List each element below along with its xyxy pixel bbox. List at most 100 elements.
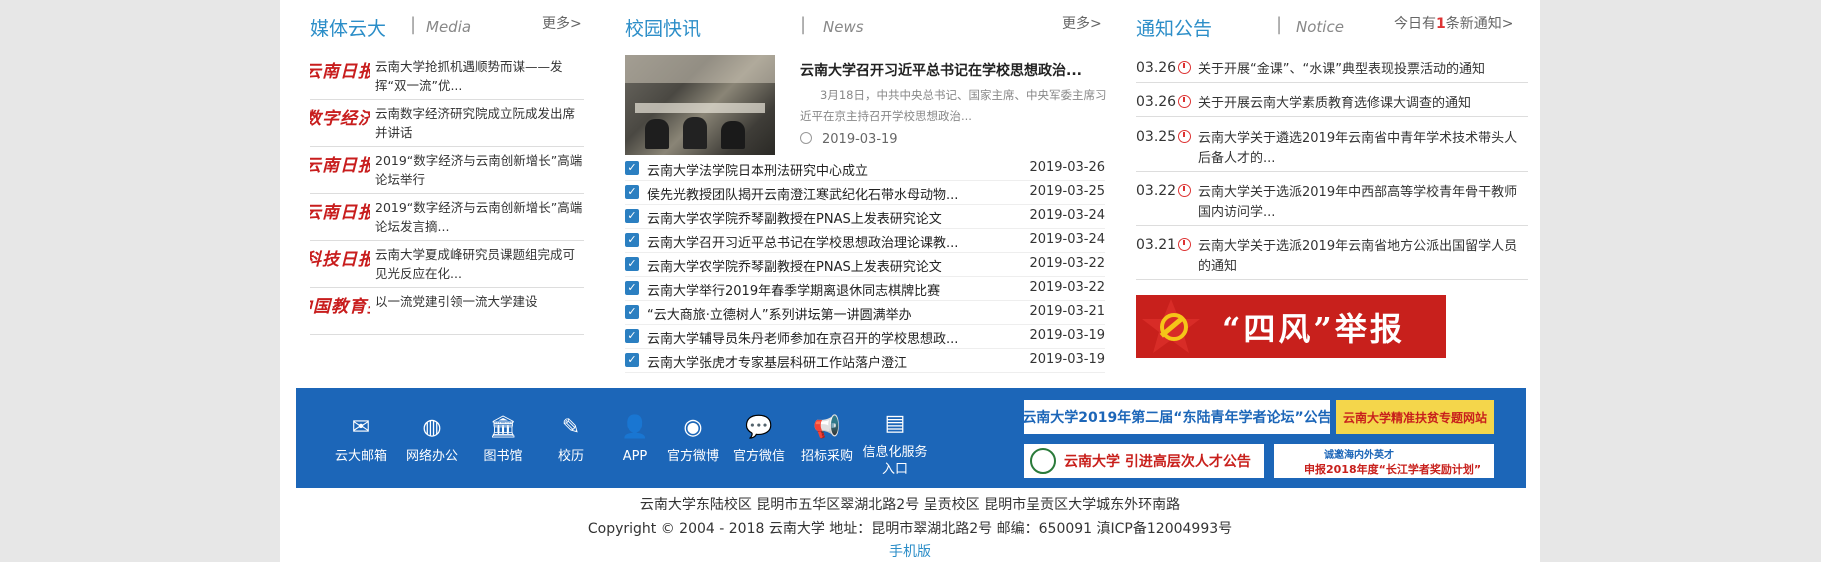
forum-announcement-text: 云南大学2019年第二届“东陆青年学者论坛”公告 bbox=[1024, 410, 1330, 426]
news-item[interactable]: ✓ “云大商旅·立德树人”系列讲坛第一讲圆满举办 2019-03-21 bbox=[625, 302, 1105, 325]
news-item[interactable]: ✓ 云南大学召开习近平总书记在学校思想政治理论课教... 2019-03-24 bbox=[625, 230, 1105, 253]
changjiang-top-text: 诚邀海内外英才 bbox=[1324, 449, 1394, 461]
media-english-title: Media bbox=[426, 18, 472, 36]
service-library[interactable]: 🏛 图书馆 bbox=[468, 412, 538, 465]
notice-item-title[interactable]: 云南大学关于选派2019年中西部高等学校青年骨干教师国内访问学... bbox=[1198, 183, 1528, 223]
news-item-title[interactable]: 云南大学举行2019年春季学期离退休同志棋牌比赛 bbox=[647, 280, 987, 299]
university-seal-icon bbox=[1030, 448, 1056, 474]
media-separator: | bbox=[410, 14, 417, 35]
service-label: 招标采购 bbox=[800, 449, 853, 464]
campus-separator: | bbox=[800, 14, 807, 35]
news-item-date: 2019-03-24 bbox=[1029, 208, 1105, 223]
service-info[interactable]: ▤ 信息化服务入口 bbox=[860, 408, 930, 478]
campus-more-link[interactable]: 更多> bbox=[1062, 13, 1102, 33]
service-megaphone[interactable]: 📢 招标采购 bbox=[792, 412, 862, 465]
campus-title[interactable]: 校园快讯 bbox=[625, 14, 701, 41]
poverty-alleviation-banner[interactable]: 云南大学精准扶贫专题网站 bbox=[1336, 400, 1494, 434]
notice-item-date: 03.26 bbox=[1136, 60, 1177, 76]
media-item-title[interactable]: 2019“数字经济与云南创新增长”高端论坛发言摘... bbox=[375, 198, 585, 236]
news-item-title[interactable]: 云南大学法学院日本刑法研究中心成立 bbox=[647, 160, 987, 179]
party-emblem-icon bbox=[1142, 299, 1200, 353]
news-item-title[interactable]: 云南大学召开习近平总书记在学校思想政治理论课教... bbox=[647, 232, 987, 251]
media-source-logo: 科技日报 bbox=[310, 249, 370, 270]
news-item[interactable]: ✓ 云南大学举行2019年春季学期离退休同志棋牌比赛 2019-03-22 bbox=[625, 278, 1105, 301]
notice-item[interactable]: 03.22 云南大学关于选派2019年中西部高等学校青年骨干教师国内访问学... bbox=[1136, 179, 1528, 226]
notice-item-date: 03.26 bbox=[1136, 94, 1177, 110]
notice-item[interactable]: 03.26 关于开展云南大学素质教育选修课大调查的通知 bbox=[1136, 90, 1528, 117]
notice-separator: | bbox=[1276, 14, 1283, 35]
four-winds-report-text: “四风”举报 bbox=[1222, 309, 1405, 348]
checkbox-icon: ✓ bbox=[625, 353, 639, 367]
featured-news-title[interactable]: 云南大学召开习近平总书记在学校思想政治... bbox=[800, 60, 1110, 80]
wechat-icon: 💬 bbox=[745, 414, 773, 440]
service-label: 校历 bbox=[557, 449, 584, 464]
notice-item-title[interactable]: 云南大学关于遴选2019年云南省中青年学术技术带头人后备人才的... bbox=[1198, 129, 1528, 169]
changjiang-scholar-banner[interactable]: 诚邀海内外英才 申报2018年度“长江学者奖励计划” bbox=[1274, 444, 1494, 478]
media-item-title[interactable]: 云南数字经济研究院成立阮成发出席并讲话 bbox=[375, 104, 585, 142]
news-item-title[interactable]: 云南大学辅导员朱丹老师参加在京召开的学校思想政... bbox=[647, 328, 987, 347]
media-item[interactable]: 科技日报云南大学夏成峰研究员课题组完成可见光反应在化... bbox=[310, 241, 584, 288]
notice-item-title[interactable]: 关于开展“金课”、“水课”典型表现投票活动的通知 bbox=[1198, 60, 1528, 80]
media-item[interactable]: 中国教育报以一流党建引领一流大学建设 bbox=[310, 288, 584, 335]
service-mail[interactable]: ✉ 云大邮箱 bbox=[326, 412, 396, 465]
service-globe[interactable]: ◍ 网络办公 bbox=[397, 412, 467, 465]
featured-news-date: 2019-03-19 bbox=[822, 132, 898, 147]
news-item[interactable]: ✓ 云南大学农学院乔琴副教授在PNAS上发表研究论文 2019-03-24 bbox=[625, 206, 1105, 229]
notice-item-date: 03.25 bbox=[1136, 129, 1177, 145]
media-source-logo: 中国教育报 bbox=[310, 296, 370, 317]
news-item-title[interactable]: 侯先光教授团队揭开云南澄江寒武纪化石带水母动物... bbox=[647, 184, 987, 203]
news-item-date: 2019-03-19 bbox=[1029, 328, 1105, 343]
media-item[interactable]: 数字经济云南数字经济研究院成立阮成发出席并讲话 bbox=[310, 100, 584, 147]
notice-title[interactable]: 通知公告 bbox=[1136, 14, 1212, 41]
news-item[interactable]: ✓ 云南大学法学院日本刑法研究中心成立 2019-03-26 bbox=[625, 158, 1105, 181]
media-item-title[interactable]: 2019“数字经济与云南创新增长”高端论坛举行 bbox=[375, 151, 585, 189]
notice-item[interactable]: 03.26 关于开展“金课”、“水课”典型表现投票活动的通知 bbox=[1136, 56, 1528, 83]
news-item[interactable]: ✓ 云南大学农学院乔琴副教授在PNAS上发表研究论文 2019-03-22 bbox=[625, 254, 1105, 277]
notice-item-title[interactable]: 关于开展云南大学素质教育选修课大调查的通知 bbox=[1198, 94, 1528, 114]
weibo-icon: ◉ bbox=[683, 414, 703, 440]
news-item[interactable]: ✓ 云南大学张虎才专家基层科研工作站落户澄江 2019-03-19 bbox=[625, 350, 1105, 373]
media-item[interactable]: 云南日报2019“数字经济与云南创新增长”高端论坛发言摘... bbox=[310, 194, 584, 241]
news-item-title[interactable]: 云南大学张虎才专家基层科研工作站落户澄江 bbox=[647, 352, 987, 371]
service-label: 官方微信 bbox=[732, 449, 785, 464]
featured-news-date-row: 2019-03-19 bbox=[800, 132, 898, 147]
media-item-title[interactable]: 云南大学抢抓机遇顺势而谋——发挥“双一流”优... bbox=[375, 57, 585, 95]
mobile-version-link[interactable]: 手机版 bbox=[280, 541, 1540, 561]
media-item[interactable]: 云南日报2019“数字经济与云南创新增长”高端论坛举行 bbox=[310, 147, 584, 194]
media-more-link[interactable]: 更多> bbox=[542, 13, 582, 33]
news-item-title[interactable]: 云南大学农学院乔琴副教授在PNAS上发表研究论文 bbox=[647, 208, 987, 227]
media-item[interactable]: 云南日报云南大学抢抓机遇顺势而谋——发挥“双一流”优... bbox=[310, 53, 584, 100]
notice-item[interactable]: 03.25 云南大学关于遴选2019年云南省中青年学术技术带头人后备人才的... bbox=[1136, 125, 1528, 172]
notice-summary-suffix: 条新通知> bbox=[1445, 16, 1514, 32]
media-title[interactable]: 媒体云大 bbox=[310, 14, 386, 41]
service-calendar-edit[interactable]: ✎ 校历 bbox=[536, 412, 606, 465]
page: 媒体云大 | Media 更多> 云南日报云南大学抢抓机遇顺势而谋——发挥“双一… bbox=[280, 0, 1540, 562]
service-weibo[interactable]: ◉ 官方微博 bbox=[658, 412, 728, 465]
media-item-title[interactable]: 云南大学夏成峰研究员课题组完成可见光反应在化... bbox=[375, 245, 585, 283]
checkbox-icon: ✓ bbox=[625, 329, 639, 343]
media-item-title[interactable]: 以一流党建引领一流大学建设 bbox=[375, 292, 585, 330]
clock-icon bbox=[1178, 95, 1191, 108]
notice-item[interactable]: 03.21 云南大学关于选派2019年云南省地方公派出国留学人员的通知 bbox=[1136, 233, 1528, 280]
service-wechat[interactable]: 💬 官方微信 bbox=[724, 412, 794, 465]
notice-summary-link[interactable]: 今日有1条新通知> bbox=[1394, 13, 1513, 33]
service-label: 信息化服务入口 bbox=[862, 445, 928, 477]
four-winds-report-banner[interactable]: “四风”举报 bbox=[1136, 295, 1446, 358]
service-label: 官方微博 bbox=[666, 449, 719, 464]
service-bar: ✉ 云大邮箱 ◍ 网络办公 🏛 图书馆 ✎ 校历 👤 APP ◉ 官方微博 💬 官方微信 📢 招标采购 ▤ 信息化… bbox=[296, 388, 1526, 488]
mobile-version-text: 手机版 bbox=[889, 544, 931, 560]
news-item-date: 2019-03-22 bbox=[1029, 280, 1105, 295]
forum-announcement-banner[interactable]: 云南大学2019年第二届“东陆青年学者论坛”公告 bbox=[1024, 400, 1330, 434]
news-item[interactable]: ✓ 侯先光教授团队揭开云南澄江寒武纪化石带水母动物... 2019-03-25 bbox=[625, 182, 1105, 205]
featured-news-summary: 3月18日，中共中央总书记、国家主席、中央军委主席习近平在京主持召开学校思想政治… bbox=[800, 88, 1107, 123]
service-label: 图书馆 bbox=[483, 449, 523, 464]
talent-recruit-banner[interactable]: 云南大学 引进高层次人才公告 bbox=[1024, 444, 1264, 478]
news-item-title[interactable]: 云南大学农学院乔琴副教授在PNAS上发表研究论文 bbox=[647, 256, 987, 275]
media-source-logo: 数字经济 bbox=[310, 108, 370, 129]
news-item-title[interactable]: “云大商旅·立德树人”系列讲坛第一讲圆满举办 bbox=[647, 304, 987, 323]
mail-icon: ✉ bbox=[351, 414, 371, 440]
notice-item-title[interactable]: 云南大学关于选派2019年云南省地方公派出国留学人员的通知 bbox=[1198, 237, 1528, 277]
news-item[interactable]: ✓ 云南大学辅导员朱丹老师参加在京召开的学校思想政... 2019-03-19 bbox=[625, 326, 1105, 349]
talent-recruit-text: 云南大学 引进高层次人才公告 bbox=[1064, 454, 1251, 470]
featured-news-photo[interactable] bbox=[625, 55, 775, 155]
